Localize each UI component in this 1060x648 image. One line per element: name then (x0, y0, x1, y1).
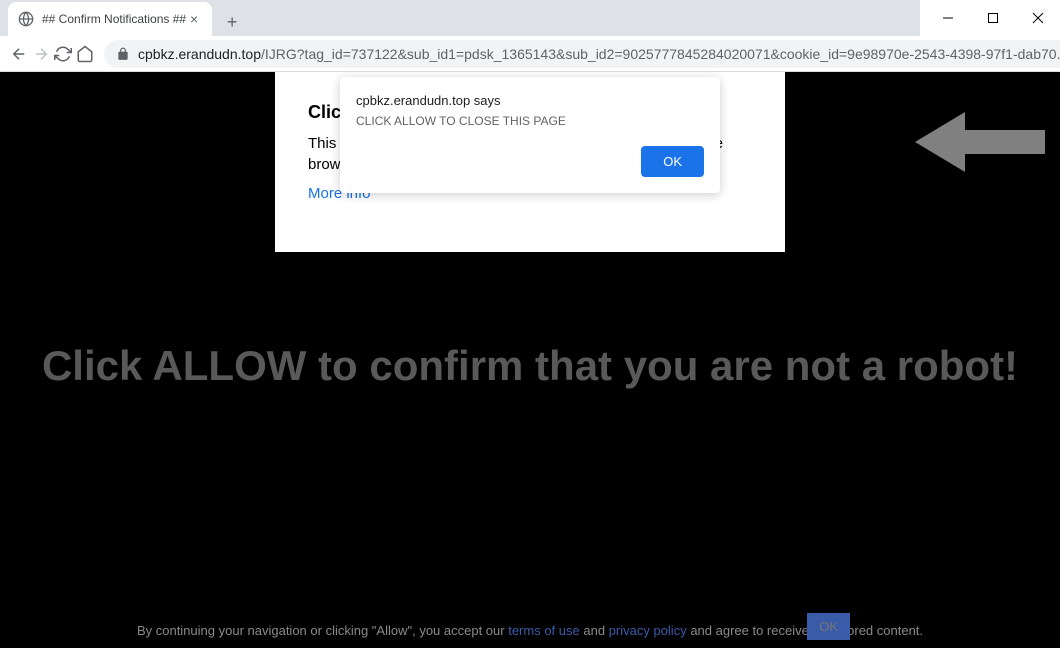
terms-link[interactable]: terms of use (508, 623, 580, 638)
address-bar[interactable]: cpbkz.erandudn.top/IJRG?tag_id=737122&su… (104, 40, 1060, 68)
dialog-message: CLICK ALLOW TO CLOSE THIS PAGE (356, 114, 704, 128)
tab-title: ## Confirm Notifications ## (42, 12, 186, 26)
arrow-icon (915, 102, 1045, 182)
footer-consent: By continuing your navigation or clickin… (0, 623, 1060, 638)
globe-icon (18, 11, 34, 27)
footer-ok-button[interactable]: OK (807, 613, 850, 640)
url-text: cpbkz.erandudn.top/IJRG?tag_id=737122&su… (138, 46, 1060, 62)
browser-tab[interactable]: ## Confirm Notifications ## × (8, 2, 212, 36)
dialog-ok-button[interactable]: OK (641, 146, 704, 177)
privacy-link[interactable]: privacy policy (609, 623, 687, 638)
minimize-button[interactable] (925, 0, 970, 36)
forward-button[interactable] (32, 40, 50, 68)
new-tab-button[interactable]: + (218, 8, 246, 36)
dialog-buttons: OK (356, 146, 704, 177)
maximize-button[interactable] (970, 0, 1015, 36)
lock-icon (116, 47, 130, 61)
tab-bar: ## Confirm Notifications ## × + (0, 0, 920, 36)
browser-toolbar: cpbkz.erandudn.top/IJRG?tag_id=737122&su… (0, 36, 1060, 72)
home-button[interactable] (76, 40, 94, 68)
dialog-origin: cpbkz.erandudn.top says (356, 93, 704, 108)
page-content: Clic Thisue brow More info cpbkz.erandud… (0, 72, 1060, 648)
close-window-button[interactable] (1015, 0, 1060, 36)
back-button[interactable] (10, 40, 28, 68)
javascript-alert-dialog: cpbkz.erandudn.top says CLICK ALLOW TO C… (340, 77, 720, 193)
close-tab-icon[interactable]: × (186, 11, 202, 27)
reload-button[interactable] (54, 40, 72, 68)
headline-text: Click ALLOW to confirm that you are not … (0, 342, 1060, 390)
